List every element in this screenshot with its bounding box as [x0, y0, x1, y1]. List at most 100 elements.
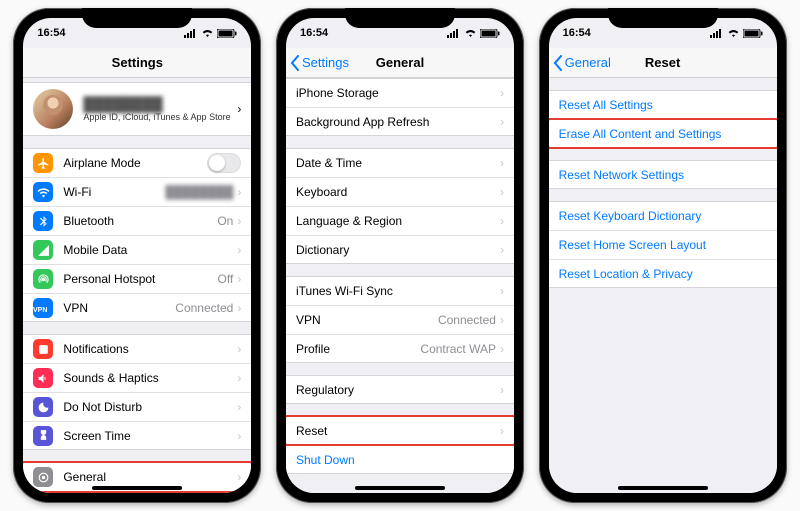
row-language-region[interactable]: Language & Region›	[286, 206, 514, 235]
chevron-right-icon: ›	[237, 214, 241, 228]
row-reset-network-settings[interactable]: Reset Network Settings	[549, 160, 777, 189]
screen: 16:54 General Reset Reset All SettingsEr…	[549, 18, 777, 493]
row-do-not-disturb[interactable]: Do Not Disturb›	[23, 392, 251, 421]
chevron-right-icon: ›	[237, 301, 241, 315]
row-label: Airplane Mode	[63, 156, 207, 170]
row-label: Date & Time	[296, 156, 500, 170]
chevron-right-icon: ›	[500, 156, 504, 170]
row-value: ████████	[165, 185, 233, 199]
back-button[interactable]: Settings	[290, 48, 349, 77]
row-shut-down[interactable]: Shut Down	[286, 445, 514, 474]
row-label: Reset Location & Privacy	[559, 267, 767, 281]
row-sounds-haptics[interactable]: Sounds & Haptics›	[23, 363, 251, 392]
svg-text:VPN: VPN	[33, 307, 47, 314]
avatar	[33, 89, 73, 129]
row-erase-all-content-and-settings[interactable]: Erase All Content and Settings	[549, 119, 777, 148]
row-label: VPN	[296, 313, 438, 327]
chevron-right-icon: ›	[500, 243, 504, 257]
chevron-right-icon: ›	[500, 115, 504, 129]
chevron-right-icon: ›	[237, 272, 241, 286]
wifi-status-icon	[727, 29, 740, 38]
content[interactable]: iPhone Storage›Background App Refresh› D…	[286, 78, 514, 493]
general-group-c: iTunes Wi-Fi Sync› VPNConnected › ProfileCo…	[286, 276, 514, 363]
general-group-a: iPhone Storage›Background App Refresh›	[286, 78, 514, 136]
row-value: Off	[218, 272, 234, 286]
row-personal-hotspot[interactable]: Personal HotspotOff›	[23, 264, 251, 293]
row-label: iPhone Storage	[296, 86, 500, 100]
signal-icon	[184, 29, 198, 38]
row-iphone-storage[interactable]: iPhone Storage›	[286, 78, 514, 107]
row-label: Reset Home Screen Layout	[559, 238, 767, 252]
content[interactable]: Reset All SettingsErase All Content and …	[549, 78, 777, 493]
chevron-right-icon: ›	[500, 214, 504, 228]
row-label: Reset Keyboard Dictionary	[559, 209, 767, 223]
reset-group-a: Reset All SettingsErase All Content and …	[549, 90, 777, 148]
row-date-time[interactable]: Date & Time›	[286, 148, 514, 177]
row-reset-home-screen-layout[interactable]: Reset Home Screen Layout	[549, 230, 777, 259]
row-airplane-mode[interactable]: Airplane Mode	[23, 148, 251, 177]
row-regulatory[interactable]: Regulatory›	[286, 375, 514, 404]
navbar: General Reset	[549, 48, 777, 78]
chevron-right-icon: ›	[500, 284, 504, 298]
row-keyboard[interactable]: Keyboard›	[286, 177, 514, 206]
airplane-icon	[33, 153, 53, 173]
home-indicator[interactable]	[618, 486, 708, 490]
row-dictionary[interactable]: Dictionary›	[286, 235, 514, 264]
status-time: 16:54	[563, 27, 591, 39]
phone-reset: 16:54 General Reset Reset All SettingsEr…	[539, 8, 787, 503]
back-button[interactable]: General	[553, 48, 611, 77]
chevron-right-icon: ›	[500, 313, 504, 327]
wifi-status-icon	[464, 29, 477, 38]
dnd-icon	[33, 397, 53, 417]
row-notifications[interactable]: Notifications›	[23, 334, 251, 363]
chevron-right-icon: ›	[500, 86, 504, 100]
chevron-right-icon: ›	[500, 185, 504, 199]
row-label: General	[63, 470, 237, 484]
row-label: Do Not Disturb	[63, 400, 237, 414]
general-group-d: Regulatory›	[286, 375, 514, 404]
back-label: Settings	[302, 55, 349, 70]
row-reset-keyboard-dictionary[interactable]: Reset Keyboard Dictionary	[549, 201, 777, 230]
row-bluetooth[interactable]: BluetoothOn›	[23, 206, 251, 235]
row-reset[interactable]: Reset›	[286, 416, 514, 445]
row-wi-fi[interactable]: Wi-Fi████████›	[23, 177, 251, 206]
mobile-data-icon	[33, 240, 53, 260]
row-label: Keyboard	[296, 185, 500, 199]
row-vpn[interactable]: VPNConnected ›	[286, 305, 514, 334]
row-label: Dictionary	[296, 243, 500, 257]
row-value: Connected	[438, 313, 496, 327]
sounds-icon	[33, 368, 53, 388]
chevron-right-icon: ›	[237, 243, 241, 257]
notch	[82, 8, 192, 28]
profile-row[interactable]: ████████ Apple ID, iCloud, iTunes & App …	[23, 82, 251, 136]
wifi-status-icon	[201, 29, 214, 38]
wifi-icon	[33, 182, 53, 202]
navbar-title: Settings	[112, 55, 163, 70]
notch	[345, 8, 455, 28]
row-control-centre[interactable]: Control Centre›	[23, 491, 251, 493]
row-label: Screen Time	[63, 429, 237, 443]
home-indicator[interactable]	[92, 486, 182, 490]
row-profile[interactable]: ProfileContract WAP›	[286, 334, 514, 363]
row-screen-time[interactable]: Screen Time›	[23, 421, 251, 450]
chevron-right-icon: ›	[237, 400, 241, 414]
row-label: Wi-Fi	[63, 185, 165, 199]
row-itunes-wi-fi-sync[interactable]: iTunes Wi-Fi Sync›	[286, 276, 514, 305]
row-label: Reset	[296, 424, 500, 438]
notifications-icon	[33, 339, 53, 359]
row-vpn[interactable]: VPNVPNConnected›	[23, 293, 251, 322]
toggle-switch[interactable]	[207, 153, 241, 173]
row-mobile-data[interactable]: Mobile Data›	[23, 235, 251, 264]
chevron-right-icon: ›	[237, 470, 241, 484]
row-background-app-refresh[interactable]: Background App Refresh›	[286, 107, 514, 136]
phone-settings: 16:54 Settings ████████ Apple ID, iCloud…	[13, 8, 261, 503]
row-label: Mobile Data	[63, 243, 237, 257]
status-time: 16:54	[300, 27, 328, 39]
content[interactable]: ████████ Apple ID, iCloud, iTunes & App …	[23, 78, 251, 493]
home-indicator[interactable]	[355, 486, 445, 490]
screen: 16:54 Settings General iPhone Storage›Ba…	[286, 18, 514, 493]
chevron-right-icon: ›	[237, 429, 241, 443]
row-reset-all-settings[interactable]: Reset All Settings	[549, 90, 777, 119]
settings-group-notifications: Notifications›Sounds & Haptics›Do Not Di…	[23, 334, 251, 450]
row-reset-location-privacy[interactable]: Reset Location & Privacy	[549, 259, 777, 288]
